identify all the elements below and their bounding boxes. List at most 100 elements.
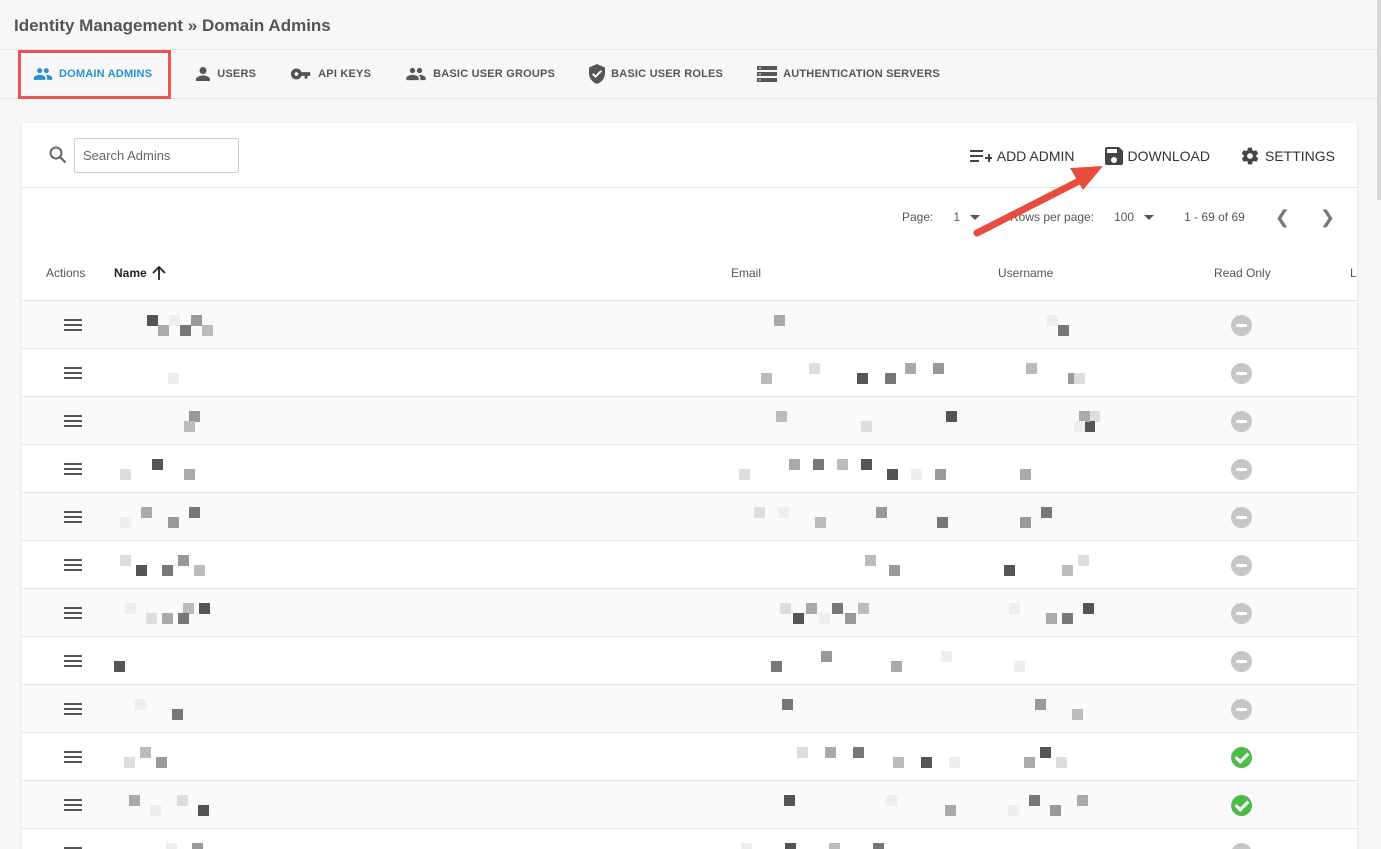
redacted-block xyxy=(1058,325,1069,336)
read-only-minus-icon xyxy=(1231,507,1252,528)
redacted-block xyxy=(865,555,876,566)
search-icon[interactable] xyxy=(48,145,68,165)
redacted-block xyxy=(129,795,140,806)
redacted-block xyxy=(776,411,787,422)
table-row[interactable] xyxy=(22,301,1357,349)
column-header-read-only[interactable]: Read Only xyxy=(1214,266,1271,280)
table-row[interactable] xyxy=(22,445,1357,493)
redacted-block xyxy=(198,805,209,816)
tab-authentication-servers[interactable]: AUTHENTICATION SERVERS xyxy=(757,50,940,98)
redacted-block xyxy=(140,747,151,758)
prev-page-icon[interactable]: ❮ xyxy=(1275,208,1290,226)
redacted-block xyxy=(1072,709,1083,720)
next-page-icon[interactable]: ❯ xyxy=(1320,208,1335,226)
redacted-block xyxy=(885,373,896,384)
redacted-block xyxy=(911,469,922,480)
redacted-block xyxy=(114,661,125,672)
redacted-block xyxy=(809,363,820,374)
table-row[interactable] xyxy=(22,541,1357,589)
row-menu-icon[interactable] xyxy=(64,702,82,716)
table-row[interactable] xyxy=(22,685,1357,733)
column-header-email[interactable]: Email xyxy=(731,266,761,280)
redacted-block xyxy=(785,843,796,849)
redacted-block xyxy=(1041,507,1052,518)
column-header-name-label: Name xyxy=(114,266,147,280)
redacted-block xyxy=(1014,661,1025,672)
table-row[interactable] xyxy=(22,493,1357,541)
sort-ascending-icon xyxy=(152,265,166,280)
redacted-block xyxy=(194,565,205,576)
tab-api-keys[interactable]: API KEYS xyxy=(290,50,371,98)
tab-label: BASIC USER ROLES xyxy=(611,68,724,80)
page-select[interactable]: 1 xyxy=(953,210,981,224)
redacted-block xyxy=(784,795,795,806)
row-menu-icon[interactable] xyxy=(64,510,82,524)
search-input[interactable] xyxy=(74,137,239,173)
redacted-block xyxy=(937,517,948,528)
redacted-block xyxy=(774,315,785,326)
tab-label: API KEYS xyxy=(318,68,372,80)
read-only-minus-icon xyxy=(1231,651,1252,672)
redacted-block xyxy=(1083,603,1094,614)
row-menu-icon[interactable] xyxy=(64,798,82,812)
redacted-block xyxy=(739,469,750,480)
page-scrollbar[interactable] xyxy=(1377,0,1381,200)
tab-basic-user-groups[interactable]: BASIC USER GROUPS xyxy=(405,50,555,98)
redacted-block xyxy=(861,421,872,432)
redacted-block xyxy=(949,757,960,768)
row-menu-icon[interactable] xyxy=(64,462,82,476)
table-row[interactable] xyxy=(22,733,1357,781)
table-row[interactable] xyxy=(22,397,1357,445)
download-button[interactable]: DOWNLOAD xyxy=(1104,146,1210,165)
row-menu-icon[interactable] xyxy=(64,318,82,332)
table-toolbar: ADD ADMIN DOWNLOAD SETTINGS xyxy=(22,123,1357,188)
redacted-block xyxy=(120,555,131,566)
row-menu-icon[interactable] xyxy=(64,606,82,620)
redacted-block xyxy=(837,459,848,470)
row-menu-icon[interactable] xyxy=(64,750,82,764)
redacted-block xyxy=(1050,805,1061,816)
gear-icon xyxy=(1241,147,1259,164)
column-header-truncated[interactable]: L xyxy=(1350,266,1357,280)
toolbar-actions: ADD ADMIN DOWNLOAD SETTINGS xyxy=(940,123,1335,188)
redacted-block xyxy=(797,747,808,758)
redacted-block xyxy=(946,411,957,422)
redacted-block xyxy=(821,651,832,662)
table-row[interactable] xyxy=(22,589,1357,637)
redacted-block xyxy=(789,459,800,470)
settings-button[interactable]: SETTINGS xyxy=(1240,146,1335,166)
redacted-block xyxy=(832,603,843,614)
column-header-username[interactable]: Username xyxy=(998,266,1053,280)
redacted-block xyxy=(189,507,200,518)
tab-domain-admins[interactable]: DOMAIN ADMINS xyxy=(18,49,172,99)
row-menu-icon[interactable] xyxy=(64,366,82,380)
redacted-block xyxy=(168,517,179,528)
column-header-name[interactable]: Name xyxy=(114,265,167,281)
row-menu-icon[interactable] xyxy=(64,414,82,428)
table-row[interactable] xyxy=(22,637,1357,685)
redacted-block xyxy=(184,469,195,480)
table-row[interactable] xyxy=(22,829,1357,849)
redacted-block xyxy=(771,661,782,672)
redacted-block xyxy=(124,757,135,768)
tab-users[interactable]: USERS xyxy=(195,50,256,98)
save-icon xyxy=(1104,146,1123,165)
table-row[interactable] xyxy=(22,781,1357,829)
page-value: 1 xyxy=(953,210,961,224)
tab-basic-user-roles[interactable]: BASIC USER ROLES xyxy=(589,50,723,98)
redacted-block xyxy=(199,603,210,614)
redacted-block xyxy=(754,507,765,518)
redacted-block xyxy=(168,373,179,384)
rows-per-page-select[interactable]: 100 xyxy=(1114,210,1155,224)
add-admin-button[interactable]: ADD ADMIN xyxy=(969,148,1075,164)
redacted-block xyxy=(905,363,916,374)
row-menu-icon[interactable] xyxy=(64,558,82,572)
row-menu-icon[interactable] xyxy=(64,654,82,668)
download-label: DOWNLOAD xyxy=(1127,147,1210,164)
table-row[interactable] xyxy=(22,349,1357,397)
settings-label: SETTINGS xyxy=(1264,147,1335,164)
redacted-block xyxy=(172,709,183,720)
redacted-block xyxy=(120,517,131,528)
redacted-block xyxy=(1078,555,1089,566)
redacted-block xyxy=(857,373,868,384)
